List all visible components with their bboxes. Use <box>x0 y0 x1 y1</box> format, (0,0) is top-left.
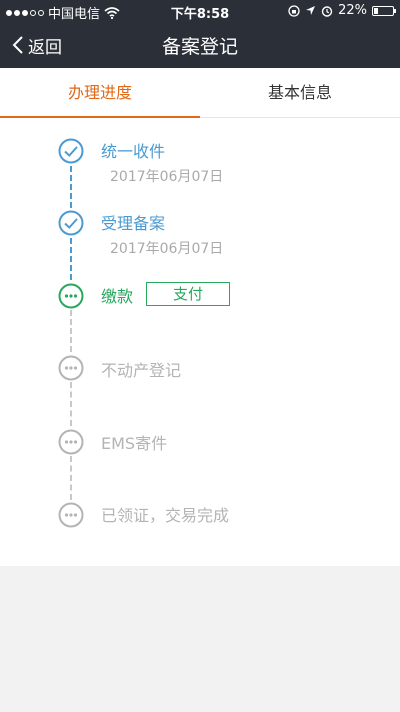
more-circle-icon <box>58 429 84 455</box>
step-title: 已领证，交易完成 <box>101 506 230 525</box>
more-circle-icon <box>58 283 84 309</box>
app-header: 中国电信 下午8:58 22% 返回 备案登记 <box>0 0 400 68</box>
step-title: 受理备案 <box>101 214 166 233</box>
pay-button[interactable]: 支付 <box>146 282 230 306</box>
timeline-connector <box>70 382 72 426</box>
step-title: 缴款 <box>101 287 134 306</box>
page-title: 备案登记 <box>161 36 238 58</box>
rotation-lock-icon <box>288 4 300 17</box>
location-icon <box>306 6 316 15</box>
step-title: EMS寄件 <box>101 434 168 453</box>
check-circle-icon <box>58 210 84 236</box>
timeline-connector <box>70 166 72 208</box>
status-right: 22% <box>288 3 396 18</box>
status-bar: 中国电信 下午8:58 22% <box>0 0 400 22</box>
tab-progress[interactable]: 办理进度 <box>0 68 200 119</box>
tab-basic-info-label: 基本信息 <box>267 83 332 102</box>
timeline-connector <box>70 456 72 500</box>
step-date: 2017年06月07日 <box>110 241 224 257</box>
more-circle-icon <box>58 355 84 381</box>
battery-icon <box>372 5 396 16</box>
step-title: 不动产登记 <box>101 361 182 380</box>
nav-bar: 返回 备案登记 <box>0 22 400 68</box>
step-date: 2017年06月07日 <box>110 169 224 185</box>
more-circle-icon <box>58 502 84 528</box>
battery-percent: 22% <box>338 3 367 18</box>
timeline-connector <box>70 310 72 352</box>
tab-basic-info[interactable]: 基本信息 <box>200 68 400 118</box>
timeline-connector <box>70 238 72 280</box>
alarm-icon <box>321 5 333 17</box>
tab-progress-label: 办理进度 <box>67 83 132 102</box>
tab-bar: 办理进度 基本信息 <box>0 68 400 119</box>
progress-timeline: 统一收件 2017年06月07日 受理备案 2017年06月07日 缴款 支付 … <box>0 118 400 566</box>
check-circle-icon <box>58 138 84 164</box>
step-title: 统一收件 <box>101 142 166 161</box>
